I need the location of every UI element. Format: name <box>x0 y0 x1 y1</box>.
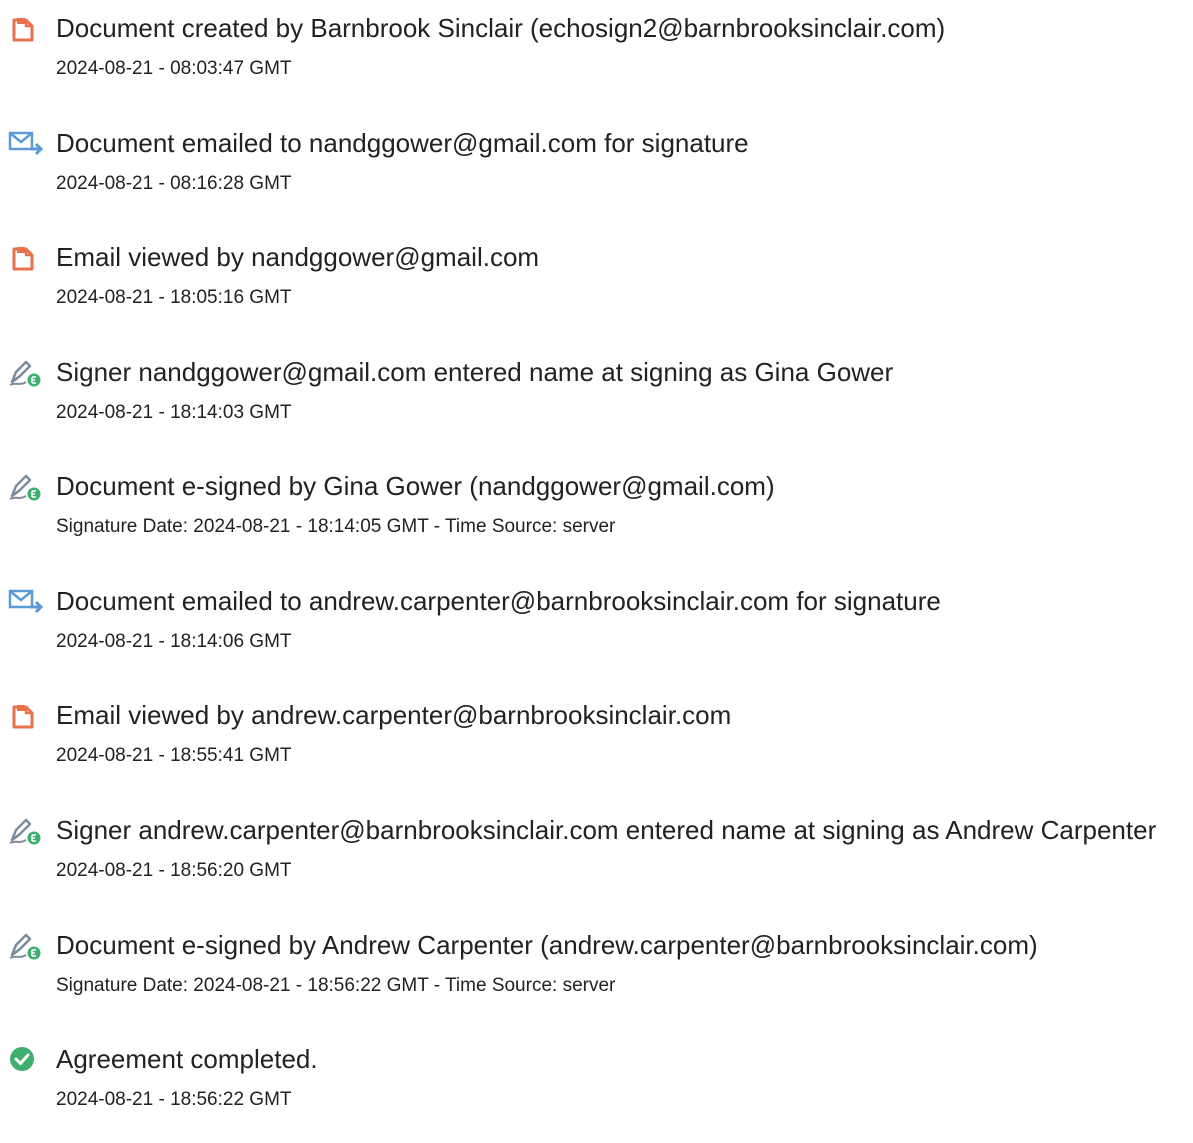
check-circle-icon <box>8 1045 44 1075</box>
event-timestamp: 2024-08-21 - 18:55:41 GMT <box>56 745 292 766</box>
document-viewed-icon <box>8 701 44 731</box>
document-viewed-icon <box>8 243 44 273</box>
history-event: Agreement completed. 2024-08-21 - 18:56:… <box>0 1043 1193 1143</box>
e-sign-pen-icon <box>8 816 44 846</box>
e-sign-pen-icon <box>8 472 44 502</box>
history-event: Email viewed by nandggower@gmail.com 202… <box>0 241 1193 341</box>
event-title: Document e-signed by Andrew Carpenter (a… <box>56 930 1038 960</box>
history-event: Email viewed by andrew.carpenter@barnbro… <box>0 699 1193 799</box>
event-timestamp: 2024-08-21 - 18:05:16 GMT <box>56 287 292 308</box>
event-timestamp: 2024-08-21 - 08:03:47 GMT <box>56 58 292 79</box>
event-title: Signer nandggower@gmail.com entered name… <box>56 357 894 387</box>
event-signature-date: Signature Date: 2024-08-21 - 18:14:05 GM… <box>56 516 616 537</box>
event-timestamp: 2024-08-21 - 18:14:03 GMT <box>56 402 292 423</box>
history-event: Document emailed to andrew.carpenter@bar… <box>0 585 1193 685</box>
event-timestamp: 2024-08-21 - 18:56:22 GMT <box>56 1089 292 1110</box>
event-timestamp: 2024-08-21 - 18:14:06 GMT <box>56 631 292 652</box>
event-title: Document emailed to nandggower@gmail.com… <box>56 128 749 158</box>
event-title: Document emailed to andrew.carpenter@bar… <box>56 586 941 616</box>
e-sign-pen-icon <box>8 931 44 961</box>
history-event: Document e-signed by Andrew Carpenter (a… <box>0 929 1193 1029</box>
history-event: Signer nandggower@gmail.com entered name… <box>0 356 1193 456</box>
event-timestamp: 2024-08-21 - 18:56:20 GMT <box>56 860 292 881</box>
event-title: Signer andrew.carpenter@barnbrooksinclai… <box>56 815 1157 845</box>
history-event: Document e-signed by Gina Gower (nandggo… <box>0 470 1193 570</box>
document-created-icon <box>8 14 44 44</box>
event-title: Agreement completed. <box>56 1044 318 1074</box>
event-title: Email viewed by andrew.carpenter@barnbro… <box>56 700 732 730</box>
event-title: Document created by Barnbrook Sinclair (… <box>56 13 946 43</box>
event-title: Document e-signed by Gina Gower (nandggo… <box>56 471 775 501</box>
e-sign-pen-icon <box>8 358 44 388</box>
history-event: Document created by Barnbrook Sinclair (… <box>0 12 1193 112</box>
event-title: Email viewed by nandggower@gmail.com <box>56 242 540 272</box>
event-signature-date: Signature Date: 2024-08-21 - 18:56:22 GM… <box>56 975 616 996</box>
event-timestamp: 2024-08-21 - 08:16:28 GMT <box>56 173 292 194</box>
history-event: Document emailed to nandggower@gmail.com… <box>0 127 1193 227</box>
email-sent-icon <box>8 129 44 159</box>
history-event: Signer andrew.carpenter@barnbrooksinclai… <box>0 814 1193 914</box>
email-sent-icon <box>8 587 44 617</box>
